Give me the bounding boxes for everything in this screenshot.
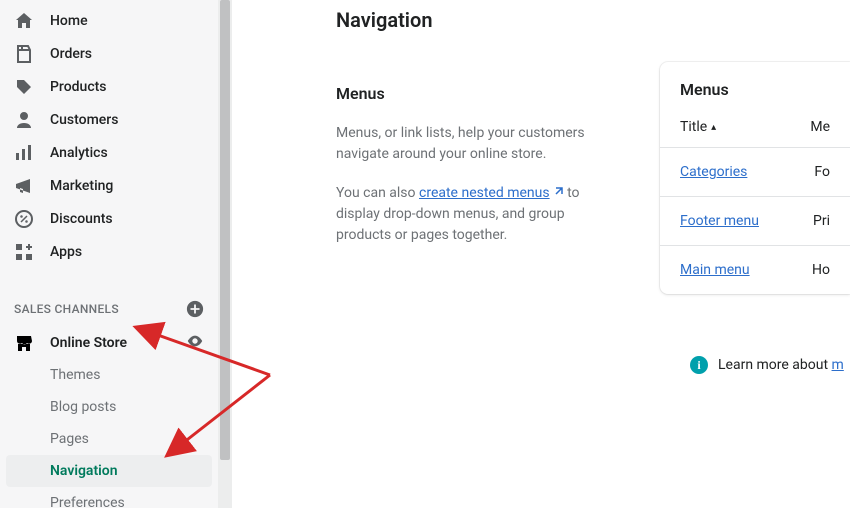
table-row: Categories Fo — [660, 148, 850, 197]
nav-products[interactable]: Products — [0, 70, 218, 103]
nav-customers[interactable]: Customers — [0, 103, 218, 136]
menu-link-categories[interactable]: Categories — [680, 164, 814, 180]
subnav-preferences[interactable]: Preferences — [0, 487, 218, 519]
table-row: Footer menu Pri — [660, 197, 850, 246]
column-title[interactable]: Title ▴ — [680, 119, 810, 135]
info-icon: i — [690, 356, 708, 374]
orders-icon — [14, 44, 34, 64]
row-items: Ho — [812, 262, 830, 278]
add-channel-icon[interactable] — [186, 300, 204, 318]
nav-marketing[interactable]: Marketing — [0, 169, 218, 202]
nav-label: Analytics — [50, 145, 108, 161]
nav-label: Marketing — [50, 178, 113, 194]
nav-label: Orders — [50, 46, 92, 62]
menu-link-main[interactable]: Main menu — [680, 262, 812, 278]
channel-label: Online Store — [50, 335, 186, 351]
sidebar-scrollbar[interactable] — [218, 0, 232, 508]
menus-description-2: You can also create nested menus to disp… — [336, 183, 610, 246]
marketing-icon — [14, 176, 34, 196]
page-title: Navigation — [336, 8, 850, 32]
nav-label: Discounts — [50, 211, 113, 227]
row-items: Fo — [814, 164, 830, 180]
nav-discounts[interactable]: Discounts — [0, 202, 218, 235]
table-row: Main menu Ho — [660, 246, 850, 294]
menus-heading: Menus — [336, 84, 610, 103]
sidebar: Home Orders Products Customers Analytics… — [0, 0, 218, 508]
sales-channels-header: SALES CHANNELS — [0, 286, 218, 326]
discounts-icon — [14, 209, 34, 229]
store-icon — [14, 333, 34, 353]
table-header: Title ▴ Me — [660, 111, 850, 148]
subnav-themes[interactable]: Themes — [0, 359, 218, 391]
apps-icon — [14, 242, 34, 262]
home-icon — [14, 11, 34, 31]
menus-description-1: Menus, or link lists, help your customer… — [336, 123, 610, 165]
customers-icon — [14, 110, 34, 130]
products-icon — [14, 77, 34, 97]
nav-analytics[interactable]: Analytics — [0, 136, 218, 169]
nav-home[interactable]: Home — [0, 4, 218, 37]
section-label: SALES CHANNELS — [14, 302, 119, 316]
subnav-blogposts[interactable]: Blog posts — [0, 391, 218, 423]
nav-label: Products — [50, 79, 107, 95]
analytics-icon — [14, 143, 34, 163]
menu-link-footer[interactable]: Footer menu — [680, 213, 813, 229]
create-nested-menus-link[interactable]: create nested menus — [419, 185, 564, 201]
external-link-icon — [552, 184, 564, 196]
subnav-navigation[interactable]: Navigation — [6, 455, 212, 487]
nav-orders[interactable]: Orders — [0, 37, 218, 70]
menus-card: Menus Title ▴ Me Categories Fo Footer me… — [660, 62, 850, 294]
sort-ascending-icon: ▴ — [711, 122, 716, 133]
learn-more: i Learn more about m — [690, 356, 844, 374]
nav-label: Home — [50, 13, 88, 29]
column-menu-items[interactable]: Me — [810, 119, 830, 135]
row-items: Pri — [813, 213, 830, 229]
card-heading: Menus — [660, 62, 850, 111]
subnav-pages[interactable]: Pages — [0, 423, 218, 455]
learn-more-link[interactable]: m — [832, 357, 844, 373]
nav-label: Apps — [50, 244, 82, 260]
view-store-icon[interactable] — [186, 332, 204, 354]
scrollbar-thumb[interactable] — [220, 0, 230, 460]
channel-online-store[interactable]: Online Store — [0, 326, 218, 359]
nav-label: Customers — [50, 112, 118, 128]
nav-apps[interactable]: Apps — [0, 235, 218, 268]
